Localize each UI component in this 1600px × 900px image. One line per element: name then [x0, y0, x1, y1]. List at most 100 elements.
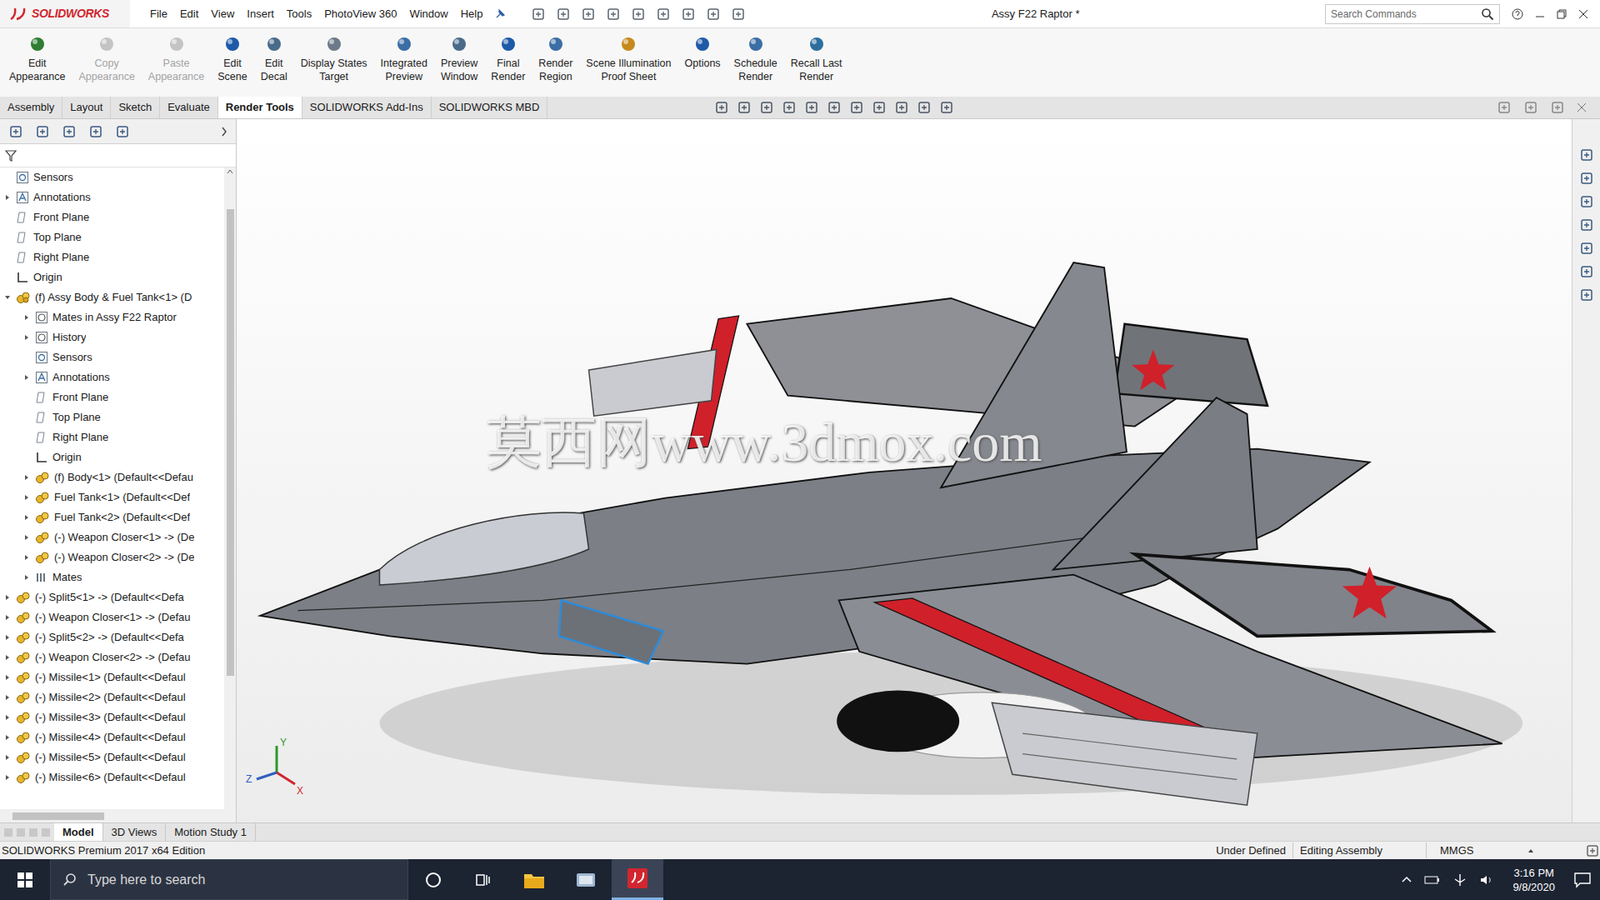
solidworks-taskbar-button[interactable] [611, 859, 664, 900]
status-comment-icon[interactable] [1585, 843, 1600, 859]
menu-item[interactable]: Insert [246, 5, 275, 23]
logo[interactable]: SOLIDWORKS [0, 0, 130, 28]
expand-icon[interactable] [3, 693, 12, 702]
filter-icon[interactable] [5, 149, 20, 163]
design-library-icon[interactable] [1579, 170, 1595, 186]
display-manager-icon[interactable] [115, 124, 130, 140]
file-properties-icon[interactable] [705, 6, 721, 22]
expand-icon[interactable] [22, 333, 31, 342]
tree-item[interactable]: (-) Missile<1> (Default<<Defaul [0, 667, 225, 688]
command-tab[interactable]: Render Tools [218, 96, 303, 119]
expand-icon[interactable] [22, 553, 31, 562]
command-tab[interactable]: SOLIDWORKS MBD [431, 96, 549, 119]
units-arrow-icon[interactable] [1526, 846, 1535, 855]
rebuild-icon[interactable] [680, 6, 696, 22]
appearances-icon[interactable] [1579, 240, 1595, 256]
tree-item[interactable]: (-) Missile<6> (Default<<Defaul [0, 767, 225, 788]
tree-item[interactable]: Origin [0, 267, 225, 288]
tree-item[interactable]: Fuel Tank<2> (Default<<Def [0, 507, 225, 528]
menu-item[interactable]: View [210, 5, 235, 23]
task-view-button[interactable] [458, 859, 509, 900]
tree-item[interactable]: (-) Weapon Closer<1> -> (De [0, 527, 225, 548]
tree-item[interactable]: Origin [0, 447, 225, 468]
tree-item[interactable]: Mates in Assy F22 Raptor [0, 307, 225, 328]
custom-properties-icon[interactable] [1579, 264, 1595, 280]
cortana-button[interactable] [408, 859, 459, 900]
menu-item[interactable]: Window [409, 5, 448, 23]
taskbar-search[interactable]: Type here to search [50, 859, 409, 900]
tree-item[interactable]: (-) Missile<5> (Default<<Defaul [0, 747, 225, 768]
tree-item[interactable]: Right Plane [0, 247, 225, 268]
ribbon-button[interactable]: RenderRegion [534, 28, 577, 84]
viewport-close-icon[interactable] [1576, 102, 1587, 113]
expand-icon[interactable] [22, 513, 31, 522]
app-button[interactable] [560, 859, 612, 900]
tile-icon[interactable] [1496, 100, 1512, 115]
restore-icon[interactable] [1556, 9, 1567, 20]
model-tab[interactable]: Motion Study 1 [165, 823, 256, 841]
dimxpert-icon[interactable] [88, 124, 104, 140]
tree-item[interactable]: (-) Missile<2> (Default<<Defaul [0, 687, 225, 708]
tree-item[interactable]: Top Plane [0, 227, 225, 248]
expand-icon[interactable] [22, 533, 31, 542]
tree-item[interactable]: (-) Split5<2> -> (Default<<Defa [0, 627, 225, 648]
tree-item[interactable]: Right Plane [0, 427, 225, 448]
close-icon[interactable] [1578, 9, 1589, 20]
ribbon-button[interactable]: PasteAppearance [144, 28, 209, 84]
display-style-icon[interactable] [849, 100, 865, 115]
notifications-icon[interactable] [1573, 871, 1592, 889]
home-icon[interactable] [1579, 147, 1595, 163]
minimize-icon[interactable] [1535, 9, 1545, 20]
dynamic-annotation-icon[interactable] [804, 100, 820, 115]
ribbon-button[interactable]: EditAppearance [5, 28, 70, 84]
options-icon[interactable] [730, 6, 746, 22]
ribbon-button[interactable]: Scene IlluminationProof Sheet [581, 28, 675, 84]
tree-item[interactable]: (f) Body<1> (Default<<Defau [0, 467, 225, 488]
view-settings-icon[interactable] [939, 100, 955, 115]
tree-item[interactable]: Annotations [0, 367, 225, 388]
command-tab[interactable]: Layout [62, 96, 111, 119]
tree-item[interactable]: (-) Missile<4> (Default<<Defaul [0, 727, 225, 748]
expand-icon[interactable] [22, 473, 31, 482]
ribbon-button[interactable]: IntegratedPreview [376, 28, 432, 84]
feature-manager-icon[interactable] [8, 124, 24, 140]
command-tab[interactable]: SOLIDWORKS Add-Ins [302, 96, 432, 119]
configuration-manager-icon[interactable] [61, 124, 77, 140]
expand-icon[interactable] [3, 713, 12, 722]
scroll-thumb[interactable] [12, 812, 105, 820]
expand-icon[interactable] [3, 633, 12, 642]
battery-icon[interactable] [1424, 874, 1441, 886]
expand-icon[interactable] [3, 593, 12, 602]
command-tab[interactable]: Sketch [110, 96, 160, 119]
graphics-area[interactable]: 莫西网www.3dmox.comYXZ [236, 119, 1572, 823]
expand-icon[interactable] [3, 613, 12, 622]
model-tab[interactable]: 3D Views [103, 823, 167, 841]
search-icon[interactable] [1480, 7, 1495, 21]
property-manager-icon[interactable] [35, 124, 50, 140]
expand-icon[interactable] [3, 733, 12, 742]
tree-item[interactable]: (-) Weapon Closer<2> -> (Defau [0, 647, 225, 668]
tree-item[interactable]: Sensors [0, 347, 225, 368]
units-selector[interactable]: MMGS [1426, 842, 1527, 860]
start-button[interactable] [0, 859, 50, 900]
tree-item[interactable]: Fuel Tank<1> (Default<<Def [0, 487, 225, 508]
tree-item[interactable]: Mates [0, 567, 225, 588]
ribbon-button[interactable]: EditDecal [256, 28, 292, 84]
horizontal-scrollbar[interactable] [0, 809, 236, 823]
section-view-icon[interactable] [781, 100, 797, 115]
undo-icon[interactable] [630, 6, 646, 22]
tree-item[interactable]: (-) Missile<3> (Default<<Defaul [0, 707, 225, 728]
view-orientation-icon[interactable] [826, 100, 842, 115]
search-box[interactable]: Search Commands [1325, 4, 1500, 25]
zoom-fit-icon[interactable] [714, 100, 730, 115]
help-icon[interactable] [1511, 8, 1524, 20]
expand-icon[interactable] [3, 653, 12, 662]
menu-item[interactable]: Help [460, 5, 484, 23]
zoom-area-icon[interactable] [736, 100, 752, 115]
previous-view-icon[interactable] [759, 100, 775, 115]
network-icon[interactable] [1452, 872, 1468, 888]
tree-item[interactable]: (-) Weapon Closer<1> -> (Defau [0, 607, 225, 628]
expand-icon[interactable] [22, 373, 31, 382]
tree-item[interactable]: (-) Weapon Closer<2> -> (De [0, 547, 225, 568]
viewport-restore-icon[interactable] [1523, 100, 1539, 115]
